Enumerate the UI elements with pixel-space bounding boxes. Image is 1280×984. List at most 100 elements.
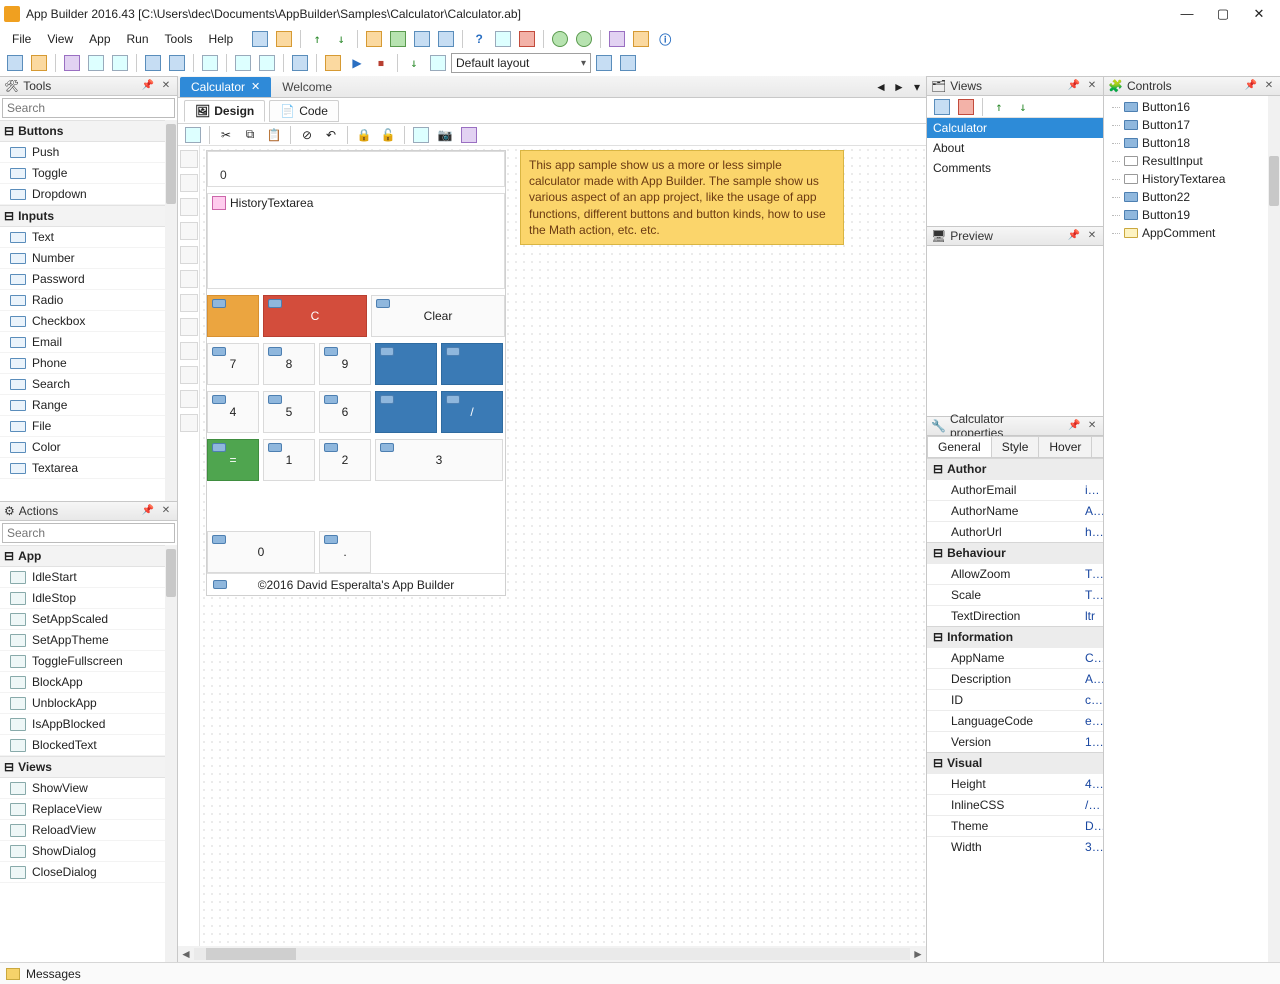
prop-row-languagecode[interactable]: LanguageCodeen	[927, 710, 1103, 731]
group-inputs[interactable]: ⊟Inputs	[0, 205, 165, 227]
align-icon[interactable]	[180, 174, 198, 192]
tb2-icon-1[interactable]	[4, 52, 26, 74]
prop-value[interactable]: App Builder	[1079, 501, 1103, 521]
arrow-up-icon[interactable]: ↑	[306, 28, 328, 50]
tool-item-push[interactable]: Push	[0, 142, 165, 163]
subtab-code[interactable]: 📄 Code	[269, 100, 339, 122]
tab-calculator[interactable]: Calculator ✕	[180, 77, 271, 97]
move-up-icon[interactable]: ↑	[988, 96, 1010, 118]
history-textarea[interactable]: HistoryTextarea	[207, 193, 505, 289]
tool-item-togglefullscreen[interactable]: ToggleFullscreen	[0, 651, 165, 672]
align-icon[interactable]	[180, 318, 198, 336]
tool-item-textarea[interactable]: Textarea	[0, 458, 165, 479]
arrow-down-icon[interactable]: ↓	[330, 28, 352, 50]
save-all-icon[interactable]	[166, 52, 188, 74]
calc-button-/[interactable]: /	[441, 391, 503, 433]
prop-row-scale[interactable]: ScaleTrue	[927, 584, 1103, 605]
calc-button-3[interactable]: 3	[375, 439, 503, 481]
prop-row-authorurl[interactable]: AuthorUrlhttp://www.davidesperalta.com/	[927, 521, 1103, 542]
tool-item-setappscaled[interactable]: SetAppScaled	[0, 609, 165, 630]
tb2-icon-10[interactable]	[322, 52, 344, 74]
tb2-icon-13[interactable]	[617, 52, 639, 74]
arrow-down-green-icon[interactable]: ↓	[403, 52, 425, 74]
camera-icon[interactable]: 📷	[434, 124, 456, 146]
calc-button-.[interactable]: .	[319, 531, 371, 573]
calc-button-4[interactable]: 4	[207, 391, 259, 433]
prop-row-authoremail[interactable]: AuthorEmailinfo@davidesperalta.com	[927, 479, 1103, 500]
tb2-icon-2[interactable]	[28, 52, 50, 74]
tool-icon-3[interactable]	[411, 28, 433, 50]
prop-value[interactable]: http://www.davidesperalta.com/	[1079, 522, 1103, 542]
align-icon[interactable]	[180, 342, 198, 360]
tool-item-blockedtext[interactable]: BlockedText	[0, 735, 165, 756]
tool-icon-1[interactable]	[363, 28, 385, 50]
designer-page[interactable]: 0 HistoryTextarea CClear789456/123=0. ©2…	[206, 150, 506, 596]
tool-item-closedialog[interactable]: CloseDialog	[0, 862, 165, 883]
actions-panel-header[interactable]: ⚙ Actions 📌 ✕	[0, 501, 177, 521]
tools-panel-header[interactable]: 🛠 Tools 📌 ✕	[0, 76, 177, 96]
delete-icon[interactable]: ⊘	[296, 124, 318, 146]
copy-icon[interactable]: ⧉	[239, 124, 261, 146]
tool-item-search[interactable]: Search	[0, 374, 165, 395]
close-icon[interactable]: ✕	[1085, 419, 1099, 433]
align-icon[interactable]	[180, 414, 198, 432]
tool-item-setapptheme[interactable]: SetAppTheme	[0, 630, 165, 651]
control-item-button17[interactable]: Button17	[1104, 116, 1268, 134]
open-icon[interactable]	[273, 28, 295, 50]
tab-welcome[interactable]: Welcome	[271, 77, 343, 97]
layout-combo[interactable]: Default layout	[451, 53, 591, 73]
prop-value[interactable]: en	[1079, 711, 1103, 731]
pin-icon[interactable]: 📌	[141, 504, 155, 518]
prop-row-version[interactable]: Version1.0.0	[927, 731, 1103, 752]
prop-value[interactable]: True	[1079, 585, 1103, 605]
tool-icon-8[interactable]	[630, 28, 652, 50]
view-item-about[interactable]: About	[927, 138, 1103, 158]
group-app[interactable]: ⊟App	[0, 545, 165, 567]
calc-button-9[interactable]: 9	[319, 343, 371, 385]
prop-row-authorname[interactable]: AuthorNameApp Builder	[927, 500, 1103, 521]
tool-item-phone[interactable]: Phone	[0, 353, 165, 374]
tool-item-showdialog[interactable]: ShowDialog	[0, 841, 165, 862]
prop-value[interactable]: 1.0.0	[1079, 732, 1103, 752]
tool-item-reloadview[interactable]: ReloadView	[0, 820, 165, 841]
tool-item-idlestop[interactable]: IdleStop	[0, 588, 165, 609]
pin-icon[interactable]: 📌	[141, 79, 155, 93]
tb2-icon-11[interactable]	[427, 52, 449, 74]
add-view-icon[interactable]	[931, 96, 953, 118]
tool-item-password[interactable]: Password	[0, 269, 165, 290]
pin-icon[interactable]: 📌	[1067, 79, 1081, 93]
calc-button-5[interactable]: 5	[263, 391, 315, 433]
calc-button-blue[interactable]	[441, 343, 503, 385]
control-item-resultinput[interactable]: ResultInput	[1104, 152, 1268, 170]
align-icon[interactable]	[180, 270, 198, 288]
tool-item-checkbox[interactable]: Checkbox	[0, 311, 165, 332]
prop-row-allowzoom[interactable]: AllowZoomTrue	[927, 563, 1103, 584]
controls-panel-header[interactable]: 🧩 Controls 📌 ✕	[1104, 76, 1280, 96]
tool-item-idlestart[interactable]: IdleStart	[0, 567, 165, 588]
tools-scrollbar[interactable]	[165, 120, 177, 501]
prop-row-id[interactable]: IDcom.appbuilder.calculator	[927, 689, 1103, 710]
tool-item-color[interactable]: Color	[0, 437, 165, 458]
align-icon[interactable]	[180, 150, 198, 168]
result-input[interactable]: 0	[207, 151, 505, 187]
tab-menu-icon[interactable]: ▾	[908, 80, 926, 94]
close-icon[interactable]: ✕	[159, 504, 173, 518]
prop-row-textdirection[interactable]: TextDirectionltr	[927, 605, 1103, 626]
tb2-icon-12[interactable]	[593, 52, 615, 74]
maximize-button[interactable]: ▢	[1206, 3, 1240, 25]
calc-button-=[interactable]: =	[207, 439, 259, 481]
prop-group-author[interactable]: ⊟Author	[927, 458, 1103, 479]
preview-panel-header[interactable]: 🖥 Preview 📌 ✕	[927, 226, 1103, 246]
views-panel-header[interactable]: 🗂 Views 📌 ✕	[927, 76, 1103, 96]
prop-row-inlinecss[interactable]: InlineCSS/* Apply only when orientation …	[927, 794, 1103, 815]
tb2-icon-9[interactable]	[289, 52, 311, 74]
canvas-hscroll[interactable]: ◄ ►	[178, 946, 926, 962]
design-canvas[interactable]: 0 HistoryTextarea CClear789456/123=0. ©2…	[200, 146, 926, 946]
pin-icon[interactable]: 📌	[1067, 229, 1081, 243]
close-icon[interactable]: ✕	[1262, 79, 1276, 93]
align-icon[interactable]	[180, 366, 198, 384]
prop-group-behaviour[interactable]: ⊟Behaviour	[927, 542, 1103, 563]
tb2-icon-8[interactable]	[256, 52, 278, 74]
prop-tab-general[interactable]: General	[927, 436, 992, 457]
align-icon[interactable]	[180, 390, 198, 408]
